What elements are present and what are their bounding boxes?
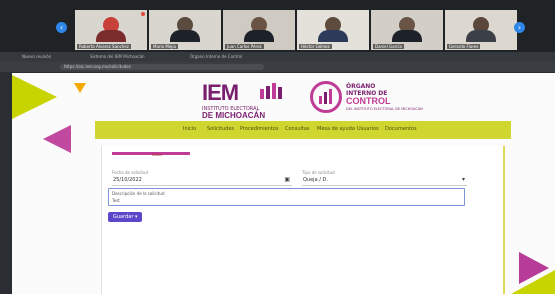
chevron-left-icon[interactable]: ‹	[56, 22, 67, 33]
menu-item[interactable]: Documentos	[385, 126, 417, 132]
menu-item[interactable]: Consultas	[285, 126, 310, 132]
browser-tabstrip: Nuevo reunión Sistema del IEM Michoacán …	[0, 52, 555, 62]
participant-name: Juan Carlos Pérez	[225, 44, 264, 49]
participant-tile[interactable]: Mario Mejia	[149, 10, 221, 50]
participant-tile[interactable]: Juan Carlos Pérez	[223, 10, 295, 50]
type-select-value: Queja / D.	[303, 177, 328, 183]
iem-logo-text: IEM	[202, 80, 239, 105]
participant-body	[466, 30, 496, 42]
form-tab[interactable]: Datos	[112, 152, 190, 157]
browser-tab[interactable]: Sistema del IEM Michoacán	[90, 54, 145, 59]
participant-body	[96, 30, 126, 42]
participant-tile[interactable]: Gerardo Flores	[445, 10, 517, 50]
date-field-value: 25/10/2022	[113, 177, 142, 183]
description-value: Test	[112, 198, 120, 203]
browser-tab[interactable]: Órgano Interno de Control	[190, 54, 242, 59]
menu-item[interactable]: Inicio	[183, 126, 196, 132]
mic-muted-icon	[141, 12, 145, 16]
participant-tile[interactable]: Héctor Gómez	[297, 10, 369, 50]
decorative-triangle	[12, 75, 57, 119]
description-textarea[interactable]: Descripción de la solicitud Test	[108, 188, 465, 206]
menu-item[interactable]: Solicitudes	[207, 126, 234, 132]
participant-name: Roberta Alvarez Sanchez	[77, 44, 131, 49]
iem-logo: IEM INSTITUTO ELECTORAL DE MICHOACÁN	[202, 80, 312, 122]
description-label: Descripción de la solicitud	[112, 191, 165, 196]
chevron-down-icon: ▾	[461, 176, 465, 183]
calendar-icon[interactable]: ▣	[284, 176, 290, 183]
participant-name: Daniel García	[373, 44, 404, 49]
participant-body	[318, 30, 348, 42]
participant-name: Mario Mejia	[151, 44, 178, 49]
menu-item[interactable]: Usuarios	[357, 126, 379, 132]
participant-body	[170, 30, 200, 42]
chevron-right-icon[interactable]: ›	[514, 22, 525, 33]
save-button[interactable]: Guardar ▾	[108, 212, 143, 222]
oic-logo-text: DEL INSTITUTO ELECTORAL DE MICHOACÁN	[346, 107, 423, 111]
browser-tab[interactable]: Nuevo reunión	[22, 54, 51, 59]
address-bar: https://oic.iem.org.mx/solicitudes	[0, 62, 555, 72]
web-page: IEM INSTITUTO ELECTORAL DE MICHOACÁN ÓRG…	[12, 73, 555, 294]
main-menu: Inicio Solicitudes Procedimientos Consul…	[95, 121, 511, 139]
menu-item[interactable]: Procedimientos	[240, 126, 278, 132]
oic-logo: ÓRGANO INTERNO DE CONTROL DEL INSTITUTO …	[310, 79, 423, 119]
date-field[interactable]: 25/10/2022 ▣	[112, 175, 292, 186]
menu-item[interactable]: Mesa de ayuda	[317, 126, 355, 132]
meeting-toolbar: ‹ Roberta Alvarez Sanchez Mario Mejia Ju…	[0, 0, 555, 52]
type-select[interactable]: Queja / D. ▾	[302, 175, 467, 186]
decorative-triangle	[74, 83, 86, 93]
save-button-label: Guardar	[113, 214, 134, 220]
url-input[interactable]: https://oic.iem.org.mx/solicitudes	[60, 64, 264, 70]
participant-name: Héctor Gómez	[299, 44, 332, 49]
decorative-triangle	[511, 270, 555, 294]
oic-logo-text: CONTROL	[346, 96, 391, 106]
iem-logo-bars-icon	[260, 83, 282, 99]
magnifier-chart-icon	[310, 81, 342, 113]
form-tab-label: Datos	[152, 153, 163, 157]
participant-name: Gerardo Flores	[447, 44, 481, 49]
participant-body	[392, 30, 422, 42]
decorative-triangle	[43, 125, 71, 153]
oic-logo-text: ÓRGANO	[346, 83, 376, 90]
iem-logo-subtitle: DE MICHOACÁN	[202, 111, 266, 120]
participant-tile[interactable]: Daniel García	[371, 10, 443, 50]
participant-tile[interactable]: Roberta Alvarez Sanchez	[75, 10, 147, 50]
request-form: Datos Fecha de solicitud 25/10/2022 ▣ Ti…	[101, 146, 505, 294]
participant-body	[244, 30, 274, 42]
